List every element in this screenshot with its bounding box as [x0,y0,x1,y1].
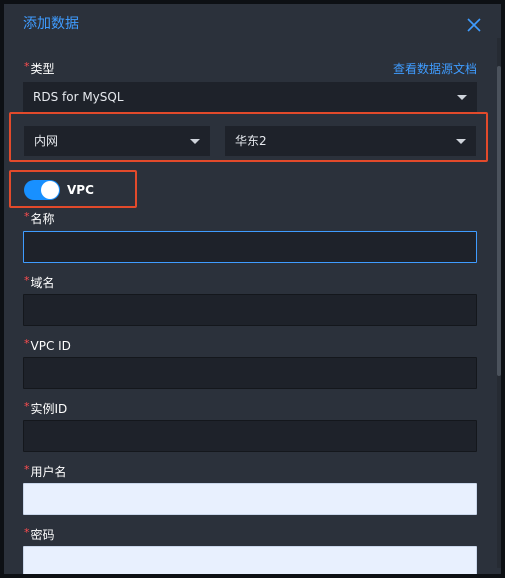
region-select-value: 华东2 [235,134,267,148]
required-mark: * [24,400,30,413]
instance-id-label-text: 实例ID [30,402,68,416]
dialog-title: 添加数据 [23,16,79,32]
type-label-text: 类型 [30,62,55,76]
type-label: *类型 [24,60,55,78]
view-datasource-docs-link[interactable]: 查看数据源文档 [393,61,477,77]
vpc-id-field[interactable] [23,357,477,389]
required-mark: * [24,210,30,223]
vpc-id-label-text: VPC ID [30,339,71,353]
window-edge-right [501,0,505,578]
vpc-toggle[interactable] [24,180,60,200]
password-label: *密码 [24,526,55,544]
type-select-value: RDS for MySQL [33,90,124,104]
chevron-down-icon [190,139,200,144]
name-label: *名称 [24,210,55,228]
domain-field[interactable] [23,294,477,326]
name-input[interactable] [24,232,476,262]
close-button[interactable] [463,14,485,36]
chevron-down-icon [457,95,467,100]
required-mark: * [24,526,30,539]
username-label-text: 用户名 [30,465,67,479]
network-select[interactable]: 内网 [24,126,210,156]
vpc-id-label: *VPC ID [24,337,71,355]
region-select[interactable]: 华东2 [225,126,476,156]
required-mark: * [24,463,30,476]
required-mark: * [24,337,30,350]
username-label: *用户名 [24,463,67,481]
close-icon [467,18,481,32]
window-edge-bottom [0,574,505,578]
domain-label-text: 域名 [30,276,55,290]
password-field[interactable] [23,546,477,574]
vpc-id-input[interactable] [24,358,476,388]
add-data-dialog: 添加数据 *类型 查看数据源文档 RDS for MySQL 内网 华东2 VP… [4,4,501,574]
password-label-text: 密码 [30,528,55,542]
instance-id-input[interactable] [24,421,476,451]
network-select-value: 内网 [34,134,59,148]
name-field[interactable] [23,231,477,263]
username-input[interactable] [24,484,476,514]
toggle-knob [41,181,59,199]
username-field[interactable] [23,483,477,515]
required-mark: * [24,60,30,73]
type-select[interactable]: RDS for MySQL [23,82,477,112]
name-label-text: 名称 [30,212,55,226]
required-mark: * [24,274,30,287]
domain-input[interactable] [24,295,476,325]
domain-label: *域名 [24,274,55,292]
chevron-down-icon [456,139,466,144]
vpc-toggle-label: VPC [67,183,94,197]
instance-id-label: *实例ID [24,400,68,418]
password-input[interactable] [24,547,476,574]
instance-id-field[interactable] [23,420,477,452]
scrollbar-thumb[interactable] [497,66,501,376]
